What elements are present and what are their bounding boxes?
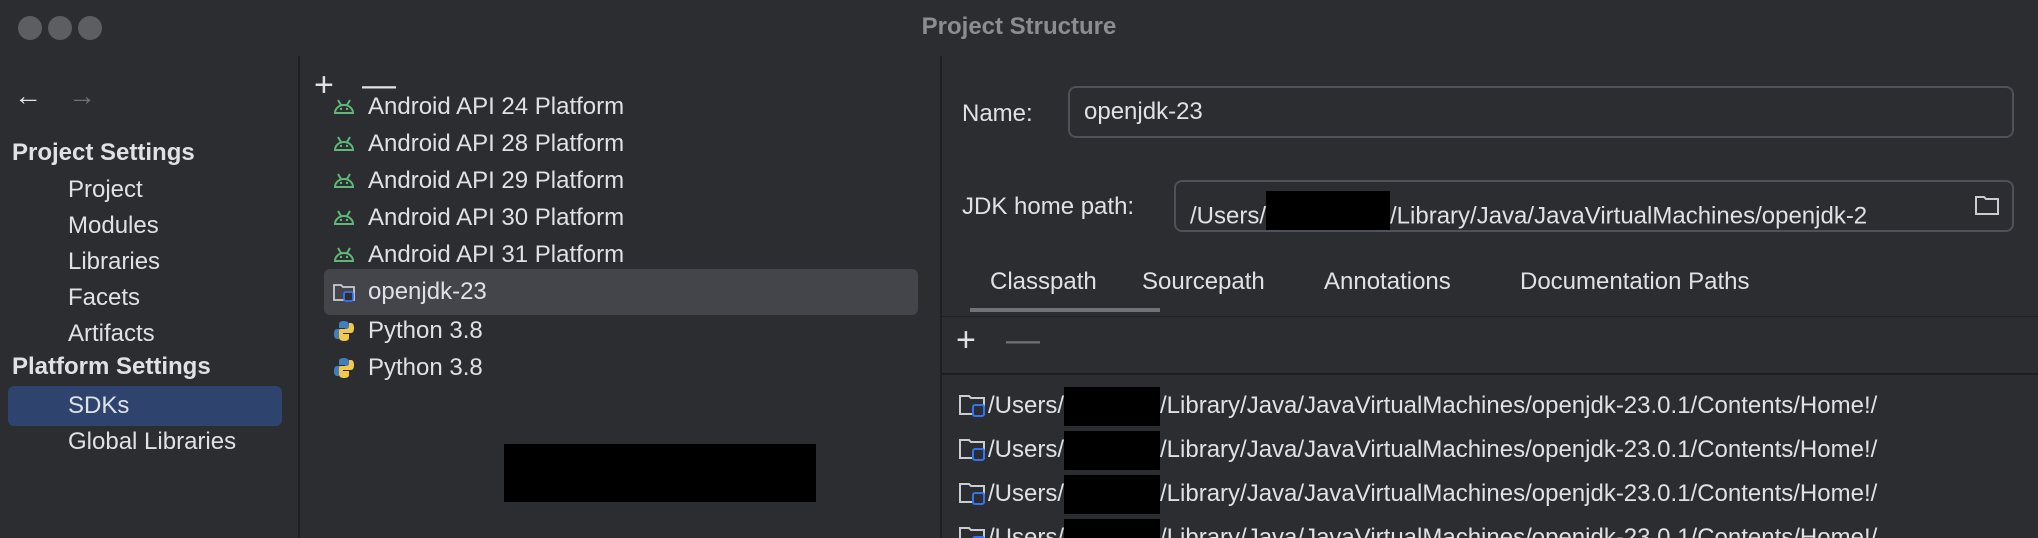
path-prefix: /Users/ (1190, 202, 1267, 230)
name-input[interactable] (1070, 88, 2012, 136)
sdk-list-pane: + — Android API 24 Platform Android API … (300, 56, 942, 538)
redaction-box (1064, 474, 1161, 514)
path-prefix: /Users/ (988, 436, 1065, 463)
path-suffix: /Library/Java/JavaVirtualMachines/openjd… (1160, 436, 1878, 463)
sdk-item-label: Python 3.8 (368, 317, 483, 344)
sdk-item-label: Python 3.8 (368, 354, 483, 381)
path-suffix: /Library/Java/JavaVirtualMachines/openjd… (1390, 202, 1868, 230)
sdk-item-label: Android API 31 Platform (368, 241, 625, 268)
nav-item-facets[interactable]: Facets (8, 278, 282, 318)
tab-classpath[interactable]: Classpath (990, 268, 1097, 296)
window-title: Project Structure (921, 13, 1117, 40)
tab-annotations[interactable]: Annotations (1324, 268, 1451, 296)
path-prefix: /Users/ (988, 480, 1065, 507)
redaction-box (1266, 191, 1391, 230)
remove-path-button[interactable]: — (1006, 321, 1040, 360)
sdk-item-label: Android API 29 Platform (368, 167, 625, 194)
sdk-item-label: Android API 24 Platform (368, 93, 625, 120)
nav-item-sdks[interactable]: SDKs (8, 386, 282, 426)
path-prefix: /Users/ (988, 524, 1065, 538)
settings-nav: ← → Project Settings Project Modules Lib… (0, 56, 300, 538)
jar-folder-icon (959, 526, 985, 538)
python-icon (334, 358, 354, 378)
classpath-row[interactable]: /Users/ /Library/Java/JavaVirtualMachines… (958, 518, 2038, 538)
jar-folder-icon (959, 482, 985, 505)
android-icon (333, 210, 355, 225)
folder-icon[interactable] (1974, 194, 2000, 216)
tab-sourcepath[interactable]: Sourcepath (1142, 268, 1265, 296)
redaction-box (1064, 518, 1161, 538)
classpath-toolbar: + — (942, 316, 2038, 375)
android-icon (333, 173, 355, 188)
title-bar: Project Structure (0, 0, 2038, 56)
path-suffix: /Library/Java/JavaVirtualMachines/openjd… (1160, 480, 1878, 507)
android-icon (333, 99, 355, 114)
name-field[interactable] (1068, 86, 2014, 138)
classpath-row[interactable]: /Users/ /Library/Java/JavaVirtualMachines… (958, 474, 2038, 514)
arrow-right-icon[interactable]: → (68, 80, 96, 112)
jar-folder-icon (959, 394, 985, 417)
project-structure-window: Project Structure ← → Project Settings P… (0, 0, 2038, 538)
android-icon (333, 136, 355, 151)
platform-settings-heading: Platform Settings (12, 353, 211, 380)
nav-item-artifacts[interactable]: Artifacts (8, 314, 282, 354)
nav-item-libraries[interactable]: Libraries (8, 242, 282, 282)
classpath-row[interactable]: /Users/ /Library/Java/JavaVirtualMachines… (958, 430, 2038, 470)
name-label: Name: (962, 100, 1033, 127)
sdk-detail-pane: Name: JDK home path: /Users/ /Library/Jav… (942, 56, 2038, 538)
jdk-home-path-value: /Users/ /Library/Java/JavaVirtualMachines… (1190, 191, 1868, 230)
tab-documentation-paths[interactable]: Documentation Paths (1520, 268, 1749, 296)
jdk-home-path-field[interactable]: /Users/ /Library/Java/JavaVirtualMachines… (1174, 180, 2014, 232)
nav-item-global-libraries[interactable]: Global Libraries (8, 422, 282, 462)
path-suffix: /Library/Java/JavaVirtualMachines/openjd… (1160, 524, 1878, 538)
android-icon (333, 247, 355, 262)
jar-folder-icon (959, 438, 985, 461)
path-prefix: /Users/ (988, 392, 1065, 419)
redaction-box (1064, 386, 1161, 426)
sdk-item-label: openjdk-23 (368, 278, 487, 305)
python-icon (334, 321, 354, 341)
redaction-box (1064, 430, 1161, 470)
jdk-folder-icon (333, 284, 355, 302)
nav-item-project[interactable]: Project (8, 170, 282, 210)
active-tab-indicator (970, 308, 1160, 312)
nav-item-modules[interactable]: Modules (8, 206, 282, 246)
sdk-item-label: Android API 30 Platform (368, 204, 625, 231)
arrow-left-icon[interactable]: ← (14, 80, 42, 112)
redaction-box (504, 444, 816, 502)
project-settings-heading: Project Settings (12, 139, 195, 166)
classpath-row[interactable]: /Users/ /Library/Java/JavaVirtualMachines… (958, 386, 2038, 426)
sdk-item-label: Android API 28 Platform (368, 130, 625, 157)
sdk-item[interactable]: Python 3.8 (324, 345, 918, 391)
add-path-button[interactable]: + (956, 321, 976, 360)
jdk-home-path-label: JDK home path: (962, 193, 1135, 220)
path-suffix: /Library/Java/JavaVirtualMachines/openjd… (1160, 392, 1878, 419)
